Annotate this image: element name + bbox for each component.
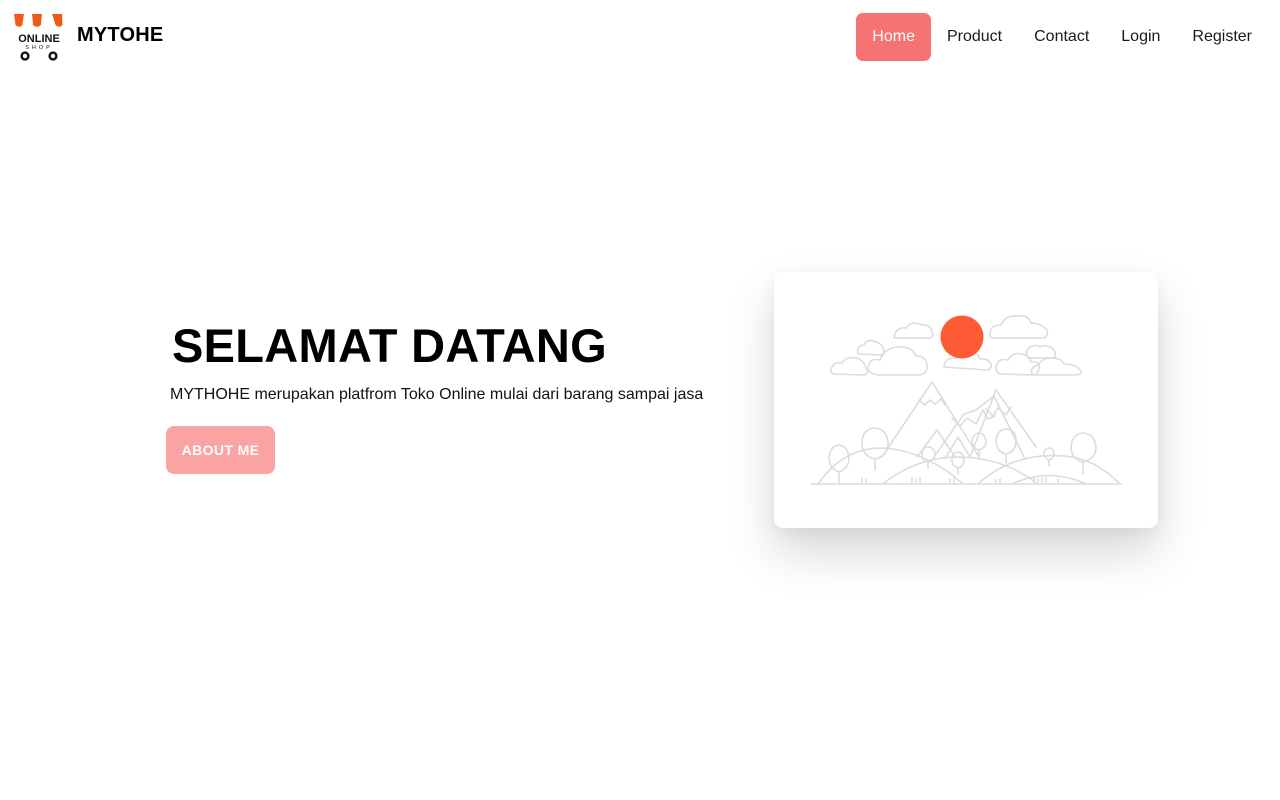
nav-item-product: Product: [931, 13, 1018, 61]
nav-link-login[interactable]: Login: [1105, 13, 1176, 61]
cloud-3: [856, 339, 886, 356]
tree-8: [1070, 432, 1097, 475]
online-shop-logo-icon: ONLINE SHOP: [14, 14, 63, 61]
brand-link[interactable]: ONLINE SHOP MYTOHE: [12, 10, 163, 62]
sun-icon: [940, 315, 984, 359]
about-me-button[interactable]: ABOUT ME: [166, 426, 275, 474]
nav-link-product[interactable]: Product: [931, 13, 1018, 61]
cloud-4: [867, 346, 928, 376]
cloud-1: [893, 322, 934, 339]
mountain-mid: [933, 395, 1025, 458]
mountain-left-snow: [918, 398, 946, 406]
nav-item-register: Register: [1176, 13, 1268, 61]
awning-icon: [14, 14, 63, 27]
cloud-8: [1025, 344, 1056, 359]
nav-link-register[interactable]: Register: [1176, 13, 1268, 61]
illustration-card: [774, 272, 1158, 528]
hill-mid: [883, 456, 1037, 484]
tree-4: [951, 451, 965, 475]
mountain-landscape-illustration-icon: [810, 314, 1122, 485]
cloud-7: [995, 352, 1040, 376]
mountain-right: [969, 389, 1037, 458]
nav-link-home[interactable]: Home: [856, 13, 931, 61]
hero-description: MYTHOHE merupakan platfrom Toko Online m…: [170, 386, 704, 403]
nav-link-contact[interactable]: Contact: [1018, 13, 1105, 61]
nav-item-home: Home: [856, 13, 931, 61]
cloud-2: [989, 314, 1049, 339]
nav-item-contact: Contact: [1018, 13, 1105, 61]
cart-wheels-icon: [20, 51, 58, 61]
brand-name: MYTOHE: [77, 23, 164, 46]
main-nav: Home Product Contact Login Register: [856, 13, 1268, 61]
tree-1: [828, 444, 850, 484]
hero-title: SELAMAT DATANG: [172, 319, 607, 372]
tree-7: [1043, 447, 1055, 467]
navbar: ONLINE SHOP MYTOHE Home Product Contact …: [0, 0, 1280, 74]
mountain-small: [945, 436, 971, 458]
logo-text-online: ONLINE: [18, 33, 60, 45]
logo-text-shop: SHOP: [25, 45, 53, 51]
mountain-right-snow: [985, 406, 1012, 417]
cloud-5: [830, 356, 868, 376]
hill-far: [1013, 474, 1085, 484]
mountain-left: [881, 381, 980, 458]
nav-item-login: Login: [1105, 13, 1176, 61]
